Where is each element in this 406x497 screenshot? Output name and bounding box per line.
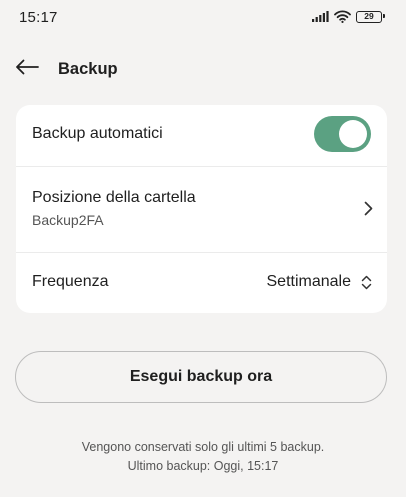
- auto-backup-label: Backup automatici: [32, 125, 163, 142]
- battery-icon: 29: [356, 10, 385, 23]
- arrow-left-icon: [15, 59, 39, 80]
- backup-info: Vengono conservati solo gli ultimi 5 bac…: [0, 438, 406, 476]
- chevron-right-icon: [364, 201, 373, 221]
- status-time: 15:17: [19, 9, 58, 26]
- auto-backup-toggle[interactable]: [314, 116, 371, 152]
- frequency-value[interactable]: Settimanale: [267, 273, 352, 291]
- folder-location-label: Posizione della cartella: [32, 189, 196, 206]
- battery-level: 29: [364, 11, 374, 22]
- backup-settings-card: Backup automatici Posizione della cartel…: [16, 105, 387, 313]
- page-title: Backup: [58, 60, 118, 78]
- retention-note: Vengono conservati solo gli ultimi 5 bac…: [81, 440, 325, 454]
- toggle-knob: [339, 120, 367, 148]
- back-button[interactable]: [10, 55, 44, 83]
- folder-location-value: Backup2FA: [32, 212, 104, 228]
- status-icons: 29: [312, 10, 385, 23]
- auto-backup-row[interactable]: Backup automatici: [16, 105, 387, 166]
- app-header: Backup: [0, 52, 406, 86]
- backup-now-button[interactable]: Esegui backup ora: [15, 351, 387, 403]
- frequency-row[interactable]: Frequenza Settimanale: [16, 252, 387, 313]
- folder-location-row[interactable]: Posizione della cartella Backup2FA: [16, 166, 387, 252]
- up-down-chevron-icon: [361, 275, 372, 295]
- status-bar: 15:17 29: [0, 0, 406, 34]
- last-backup-text: Ultimo backup: Oggi, 15:17: [127, 459, 279, 473]
- frequency-label: Frequenza: [32, 273, 109, 290]
- wifi-icon: [334, 10, 351, 23]
- signal-icon: [312, 11, 329, 22]
